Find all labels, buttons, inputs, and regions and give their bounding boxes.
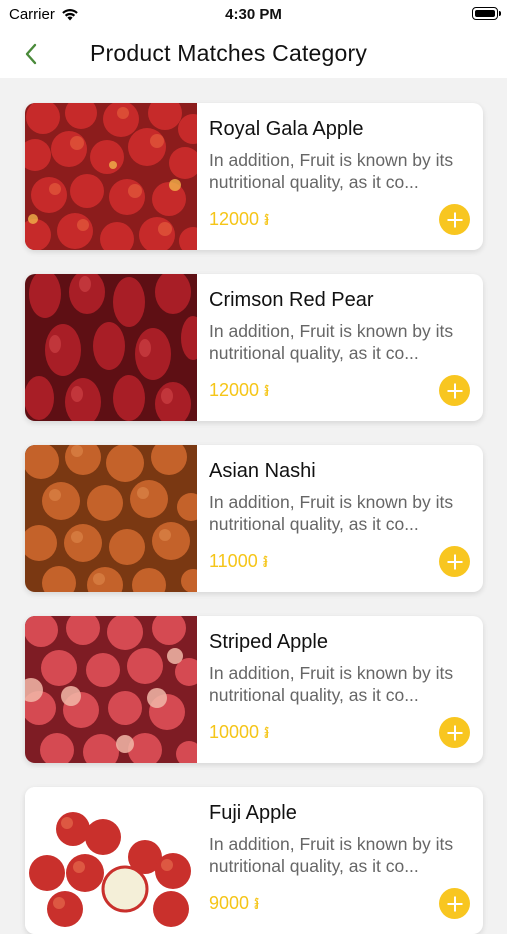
back-button[interactable] xyxy=(20,40,44,68)
product-name: Fuji Apple xyxy=(209,802,297,824)
navigation-bar: Product Matches Category xyxy=(0,30,507,78)
product-description: In addition, Fruit is known by its nutri… xyxy=(209,321,454,363)
asian-nashi-image xyxy=(25,445,197,592)
add-to-cart-button[interactable] xyxy=(439,204,470,235)
product-card-royal-gala-apple[interactable]: Royal Gala Apple In addition, Fruit is k… xyxy=(25,103,483,250)
product-card-striped-apple[interactable]: Striped Apple In addition, Fruit is know… xyxy=(25,616,483,763)
striped-apple-image xyxy=(25,616,197,763)
page-title: Product Matches Category xyxy=(90,40,368,66)
product-description: In addition, Fruit is known by its nutri… xyxy=(209,492,454,534)
status-time: 4:30 PM xyxy=(225,6,282,23)
royal-gala-apple-image xyxy=(25,103,197,250)
product-price: 12000 ៛ xyxy=(209,209,270,229)
add-to-cart-button[interactable] xyxy=(439,546,470,577)
product-card-crimson-red-pear[interactable]: Crimson Red Pear In addition, Fruit is k… xyxy=(25,274,483,421)
product-description: In addition, Fruit is known by its nutri… xyxy=(209,663,454,705)
add-to-cart-button[interactable] xyxy=(439,888,470,919)
product-price: 11000 ៛ xyxy=(209,551,269,571)
product-price: 10000 ៛ xyxy=(209,722,270,742)
product-name: Asian Nashi xyxy=(209,460,316,482)
product-name: Striped Apple xyxy=(209,631,328,653)
product-card-fuji-apple[interactable]: Fuji Apple In addition, Fruit is known b… xyxy=(25,787,483,934)
product-price: 9000 ៛ xyxy=(209,893,260,913)
fuji-apple-image xyxy=(25,787,197,934)
add-to-cart-button[interactable] xyxy=(439,375,470,406)
product-price: 12000 ៛ xyxy=(209,380,270,400)
product-description: In addition, Fruit is known by its nutri… xyxy=(209,150,454,192)
battery-icon xyxy=(472,7,501,20)
crimson-red-pear-image xyxy=(25,274,197,421)
product-name: Crimson Red Pear xyxy=(209,289,374,311)
product-name: Royal Gala Apple xyxy=(209,118,364,140)
status-bar: Carrier 4:30 PM xyxy=(0,0,507,30)
chevron-left-icon xyxy=(25,43,37,65)
product-card-asian-nashi[interactable]: Asian Nashi In addition, Fruit is known … xyxy=(25,445,483,592)
add-to-cart-button[interactable] xyxy=(439,717,470,748)
product-description: In addition, Fruit is known by its nutri… xyxy=(209,834,454,876)
